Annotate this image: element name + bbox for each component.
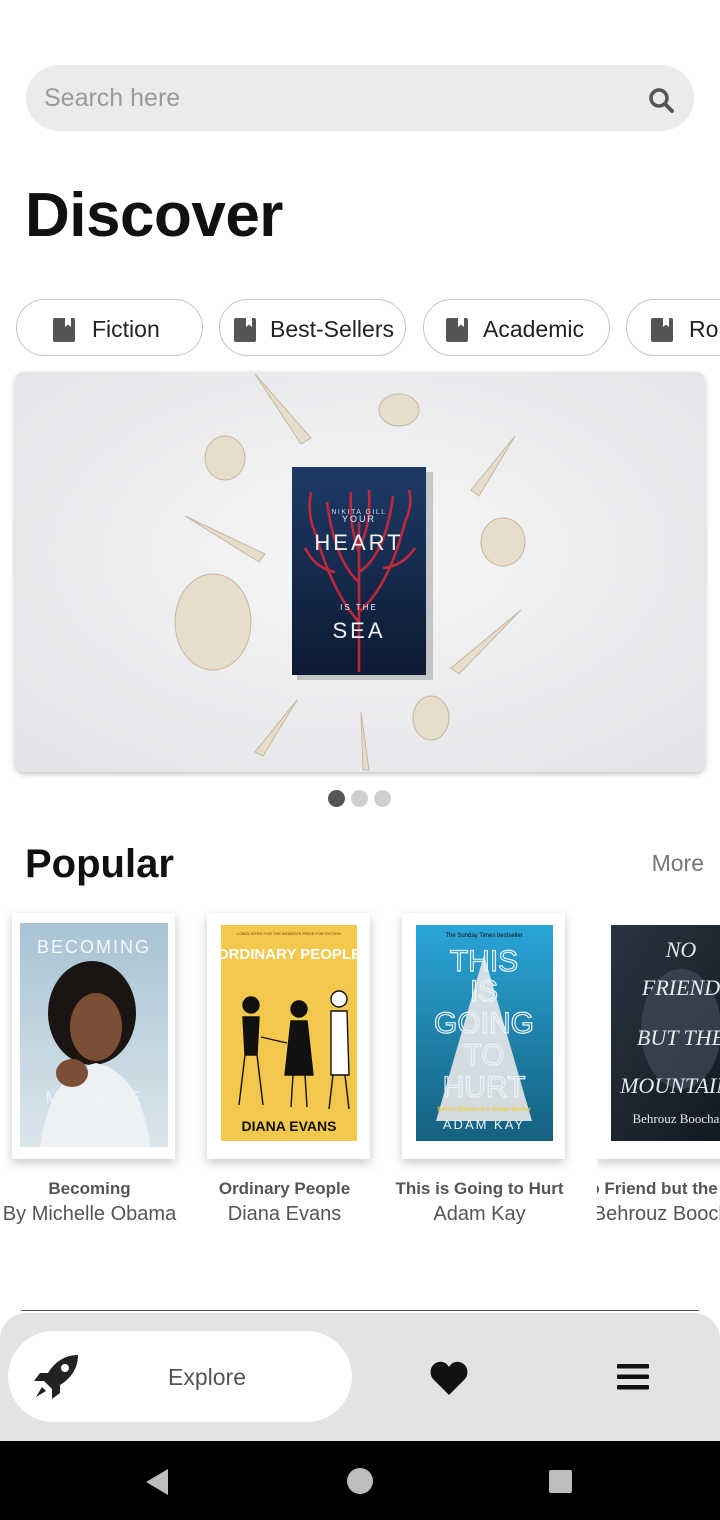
cover-author-line2: OBAMA [60, 1112, 129, 1131]
cover-prize: LONGLISTED FOR THE WOMEN'S PRIZE FOR FIC… [237, 931, 341, 936]
chip-label: Fiction [92, 316, 160, 342]
chip-label: Academic [483, 316, 584, 342]
book-icon [446, 318, 468, 342]
carousel-dot-active[interactable] [328, 790, 345, 807]
cover-line: GOING [434, 1007, 534, 1040]
cover-line: FRIEND [641, 975, 720, 1000]
book-title: Ordinary People [218, 1179, 351, 1198]
chip-fiction[interactable]: Fiction [16, 299, 203, 356]
book-title: Becoming [48, 1179, 131, 1198]
cover-author: ADAM KAY [443, 1117, 525, 1132]
search-icon[interactable] [648, 87, 674, 113]
book-icon [651, 318, 673, 342]
cover-line: IS [470, 975, 498, 1008]
bottom-nav: Explore [0, 1313, 720, 1441]
book-author: Behrouz Boochani [597, 1203, 720, 1225]
back-icon[interactable] [140, 1465, 174, 1499]
book-cover: BECOMING MICHELLE OBAMA [20, 923, 168, 1147]
featured-carousel[interactable]: NIKITA GILL YOUR HEART IS THE SEA [15, 372, 705, 772]
home-icon[interactable] [347, 1468, 373, 1494]
featured-cover-line2: HEART [314, 530, 403, 555]
search-input[interactable] [44, 65, 634, 131]
book-cover-frame: LONGLISTED FOR THE WOMEN'S PRIZE FOR FIC… [207, 913, 370, 1159]
category-chips: Fiction Best-Sellers Academic Romance [16, 299, 720, 356]
cover-banner: The Sunday Times bestseller [445, 933, 522, 939]
book-cover-frame: NO FRIEND BUT THE MOUNTAINS Behrouz Booc… [597, 913, 720, 1159]
cover-line: THIS [450, 945, 518, 978]
chip-romance[interactable]: Romance [626, 299, 720, 356]
book-author: Diana Evans [227, 1203, 342, 1225]
cover-line: TO [463, 1039, 504, 1072]
cover-title: BECOMING [37, 937, 151, 957]
cover-line: MOUNTAINS [619, 1073, 720, 1098]
book-author: By Michelle Obama [2, 1203, 177, 1225]
book-cover: LONGLISTED FOR THE WOMEN'S PRIZE FOR FIC… [221, 925, 357, 1141]
cover-line: BUT THE [637, 1025, 720, 1050]
nav-explore-button[interactable]: Explore [8, 1331, 352, 1422]
popular-section-title: Popular [25, 842, 174, 886]
carousel-dot[interactable] [351, 790, 368, 807]
bottom-divider [21, 1310, 699, 1311]
recents-icon[interactable] [549, 1470, 572, 1493]
book-card[interactable]: NO FRIEND BUT THE MOUNTAINS Behrouz Booc… [597, 913, 720, 1233]
system-nav-bar [0, 1441, 720, 1520]
cover-author-line1: MICHELLE [45, 1088, 142, 1107]
chip-academic[interactable]: Academic [423, 299, 610, 356]
book-cover: The Sunday Times bestseller THIS IS GOIN… [416, 925, 553, 1141]
featured-cover-line3: IS THE [340, 603, 378, 612]
menu-icon[interactable] [617, 1364, 649, 1390]
chip-best-sellers[interactable]: Best-Sellers [219, 299, 406, 356]
carousel-image: NIKITA GILL YOUR HEART IS THE SEA [15, 372, 705, 772]
search-bar[interactable] [26, 65, 694, 131]
cover-author: Behrouz Boochani [632, 1111, 720, 1126]
book-author: Adam Kay [433, 1203, 526, 1225]
cover-line: HURT [443, 1071, 526, 1104]
cover-author: DIANA EVANS [242, 1118, 337, 1134]
nav-explore-label: Explore [168, 1364, 246, 1390]
page-title: Discover [25, 181, 283, 250]
carousel-dot[interactable] [374, 790, 391, 807]
book-cover: NO FRIEND BUT THE MOUNTAINS Behrouz Booc… [611, 925, 720, 1141]
book-icon [53, 318, 75, 342]
featured-cover-line4: SEA [332, 618, 385, 643]
more-link[interactable]: More [652, 850, 704, 877]
rocket-icon [34, 1355, 78, 1399]
book-icon [234, 318, 256, 342]
book-cover-frame: BECOMING MICHELLE OBAMA [12, 913, 175, 1159]
book-title: No Friend but the Mountains [597, 1179, 720, 1198]
chip-label: Best-Sellers [270, 316, 394, 342]
cover-line: NO [665, 937, 697, 962]
featured-cover-line1: YOUR [342, 514, 376, 524]
cover-subtitle: Secret Diaries of a Junior Doctor [437, 1107, 531, 1113]
cover-title: ORDINARY PEOPLE [221, 946, 357, 963]
book-cover-frame: The Sunday Times bestseller THIS IS GOIN… [402, 913, 565, 1159]
chip-label: Romance [689, 316, 720, 342]
heart-icon[interactable] [430, 1361, 468, 1395]
book-title: This is Going to Hurt [395, 1179, 564, 1198]
